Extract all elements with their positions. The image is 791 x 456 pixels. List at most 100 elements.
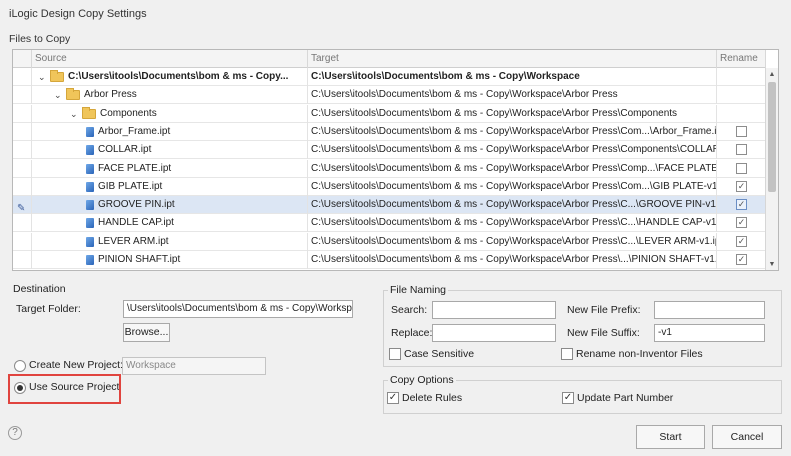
part-icon <box>86 145 94 156</box>
rename-cell: ✓ <box>717 214 766 233</box>
rename-non-inventor-label[interactable]: Rename non-Inventor Files <box>576 348 703 360</box>
rename-cell <box>717 104 766 123</box>
table-row[interactable]: ⌄ C:\Users\itools\Documents\bom & ms - Co… <box>13 68 766 86</box>
table-row[interactable]: ⌄ Arbor Press C:\Users\itools\Documents\bo… <box>13 86 766 105</box>
source-name: Components <box>100 107 157 119</box>
grid-header: Source Target Rename <box>13 50 766 68</box>
part-icon <box>86 163 94 174</box>
header-target[interactable]: Target <box>308 50 717 68</box>
header-rename[interactable]: Rename <box>717 50 766 68</box>
delete-rules-checkbox[interactable]: ✓ <box>387 392 399 404</box>
help-icon[interactable]: ? <box>8 426 22 440</box>
rename-checkbox[interactable]: ✓ <box>736 254 747 265</box>
target-cell[interactable]: C:\Users\itools\Documents\bom & ms - Cop… <box>308 177 717 196</box>
chevron-down-icon[interactable]: ⌄ <box>54 86 62 104</box>
part-icon <box>86 218 94 229</box>
row-indicator <box>13 214 32 233</box>
copy-options-label: Copy Options <box>388 374 456 386</box>
rename-cell <box>717 68 766 86</box>
new-file-prefix-input[interactable] <box>654 301 765 319</box>
target-cell[interactable]: C:\Users\itools\Documents\bom & ms - Cop… <box>308 68 717 86</box>
grid-scrollbar[interactable]: ▲ ▼ <box>765 68 778 270</box>
source-name: C:\Users\itools\Documents\bom & ms - Cop… <box>68 71 289 82</box>
rename-checkbox[interactable]: ✓ <box>736 180 747 192</box>
table-row[interactable]: FACE PLATE.ipt C:\Users\itools\Documents\… <box>13 159 766 178</box>
source-cell[interactable]: ⌄ Components <box>32 104 308 123</box>
case-sensitive-checkbox[interactable] <box>389 348 401 360</box>
chevron-down-icon[interactable]: ⌄ <box>38 68 46 86</box>
target-cell[interactable]: C:\Users\itools\Documents\bom & ms - Cop… <box>308 232 717 251</box>
row-indicator <box>13 251 32 269</box>
table-row[interactable]: Arbor_Frame.ipt C:\Users\itools\Documents… <box>13 122 766 141</box>
scroll-thumb[interactable] <box>768 82 776 192</box>
search-label: Search: <box>391 304 428 316</box>
target-cell[interactable]: C:\Users\itools\Documents\bom & ms - Cop… <box>308 159 717 178</box>
target-cell[interactable]: C:\Users\itools\Documents\bom & ms - Cop… <box>308 251 717 269</box>
table-row[interactable]: HANDLE CAP.ipt C:\Users\itools\Documents\… <box>13 214 766 233</box>
source-cell[interactable]: Arbor_Frame.ipt <box>32 122 308 141</box>
table-row[interactable]: PINION SHAFT.ipt C:\Users\itools\Document… <box>13 251 766 269</box>
target-cell[interactable]: C:\Users\itools\Documents\bom & ms - Cop… <box>308 86 717 105</box>
row-indicator <box>13 68 32 86</box>
source-name: Arbor_Frame.ipt <box>98 125 171 137</box>
source-name: COLLAR.ipt <box>98 144 152 156</box>
target-folder-label: Target Folder: <box>16 303 81 315</box>
source-cell[interactable]: FACE PLATE.ipt <box>32 159 308 178</box>
target-cell[interactable]: C:\Users\itools\Documents\bom & ms - Cop… <box>308 141 717 160</box>
start-button[interactable]: Start <box>636 425 705 449</box>
replace-input[interactable] <box>432 324 556 342</box>
source-cell[interactable]: PINION SHAFT.ipt <box>32 251 308 269</box>
update-part-number-label[interactable]: Update Part Number <box>577 392 673 404</box>
target-cell[interactable]: C:\Users\itools\Documents\bom & ms - Cop… <box>308 104 717 123</box>
browse-button[interactable]: Browse... <box>123 323 170 342</box>
create-new-project-radio[interactable] <box>14 360 26 372</box>
chevron-down-icon[interactable]: ⌄ <box>70 105 78 123</box>
create-new-project-label[interactable]: Create New Project: <box>29 359 123 371</box>
row-indicator <box>13 159 32 178</box>
source-cell[interactable]: ⌄ C:\Users\itools\Documents\bom & ms - Co… <box>32 68 308 86</box>
target-cell[interactable]: C:\Users\itools\Documents\bom & ms - Cop… <box>308 122 717 141</box>
table-row[interactable]: GROOVE PIN.ipt C:\Users\itools\Documents\… <box>13 196 766 215</box>
new-project-name-input[interactable]: Workspace <box>122 357 266 375</box>
target-cell[interactable]: C:\Users\itools\Documents\bom & ms - Cop… <box>308 196 717 215</box>
cancel-button[interactable]: Cancel <box>712 425 782 449</box>
delete-rules-label[interactable]: Delete Rules <box>402 392 462 404</box>
annotation-highlight-box <box>8 374 121 404</box>
scroll-up-icon[interactable]: ▲ <box>766 68 778 81</box>
source-cell[interactable]: GROOVE PIN.ipt <box>32 196 308 215</box>
folder-icon <box>50 70 64 82</box>
table-row[interactable]: GIB PLATE.ipt C:\Users\itools\Documents\b… <box>13 177 766 196</box>
rename-checkbox[interactable] <box>736 125 747 137</box>
edit-row-pencil-icon: ✎ <box>17 203 26 214</box>
folder-icon <box>82 106 96 119</box>
part-icon <box>86 181 94 192</box>
search-input[interactable] <box>432 301 556 319</box>
source-cell[interactable]: ⌄ Arbor Press <box>32 86 308 105</box>
source-cell[interactable]: LEVER ARM.ipt <box>32 232 308 251</box>
rename-checkbox[interactable]: ✓ <box>736 199 747 211</box>
header-indicator <box>13 50 32 68</box>
row-indicator <box>13 86 32 105</box>
target-folder-input[interactable]: \Users\itools\Documents\bom & ms - Copy\… <box>123 300 353 318</box>
table-row[interactable]: ⌄ Components C:\Users\itools\Documents\bom… <box>13 104 766 123</box>
update-part-number-checkbox[interactable]: ✓ <box>562 392 574 404</box>
scroll-down-icon[interactable]: ▼ <box>766 258 778 270</box>
rename-checkbox[interactable] <box>736 162 747 174</box>
table-row[interactable]: LEVER ARM.ipt C:\Users\itools\Documents\b… <box>13 232 766 251</box>
files-grid[interactable]: Source Target Rename ⌄ C:\Users\itools\Do… <box>12 49 779 271</box>
source-name: Arbor Press <box>84 89 137 101</box>
target-cell[interactable]: C:\Users\itools\Documents\bom & ms - Cop… <box>308 214 717 233</box>
source-cell[interactable]: COLLAR.ipt <box>32 141 308 160</box>
table-row[interactable]: COLLAR.ipt C:\Users\itools\Documents\bom … <box>13 141 766 160</box>
source-cell[interactable]: HANDLE CAP.ipt <box>32 214 308 233</box>
rename-checkbox[interactable]: ✓ <box>736 217 747 229</box>
header-source[interactable]: Source <box>32 50 308 68</box>
source-name: PINION SHAFT.ipt <box>98 254 181 265</box>
row-indicator <box>13 177 32 196</box>
source-cell[interactable]: GIB PLATE.ipt <box>32 177 308 196</box>
rename-checkbox[interactable]: ✓ <box>736 235 747 247</box>
rename-non-inventor-checkbox[interactable] <box>561 348 573 360</box>
case-sensitive-label[interactable]: Case Sensitive <box>404 348 474 360</box>
rename-checkbox[interactable] <box>736 144 747 156</box>
new-file-suffix-input[interactable]: -v1 <box>654 324 765 342</box>
